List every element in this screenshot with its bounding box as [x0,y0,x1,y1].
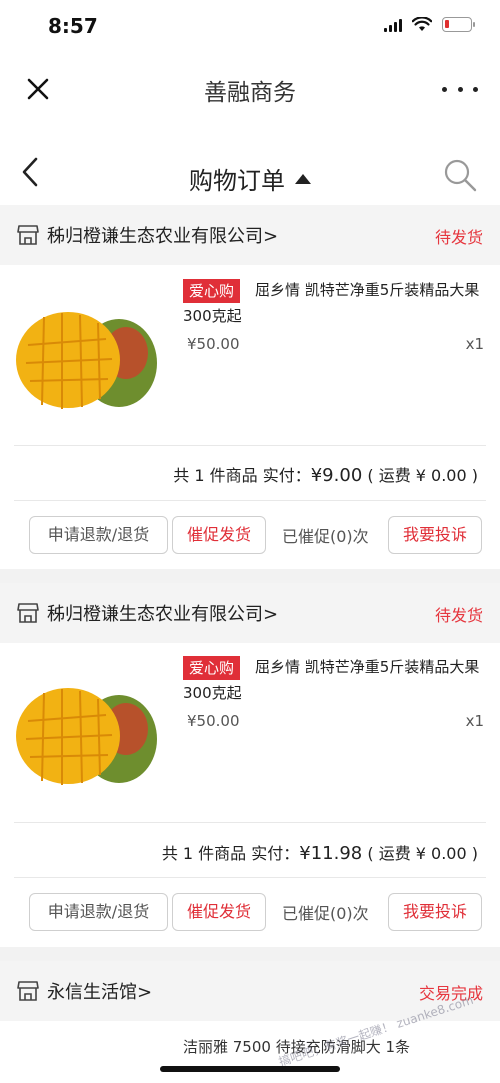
refund-button[interactable]: 申请退款/退货 [29,516,168,554]
mango-image[interactable] [14,681,164,791]
app-title: 善融商务 [204,80,296,106]
urge-count: 已催促(0)次 [282,904,369,923]
status-time: 8:57 [48,14,98,38]
shop-header[interactable]: 秭归橙谦生态农业有限公司> 待发货 [0,205,500,265]
product-title[interactable]: 屈乡情 凯特芒净重5斤装精品大果 300克起 [183,654,483,706]
divider [14,822,486,823]
shop-name: 秭归橙谦生态农业有限公司> [47,604,279,625]
more-icon [442,86,447,92]
search-icon[interactable] [442,157,478,193]
complaint-button[interactable]: 我要投诉 [388,516,482,554]
caret-up-icon [295,173,311,184]
urge-count: 已催促(0)次 [282,527,369,546]
home-indicator [160,1066,340,1072]
paid-amount: ¥9.00 [310,465,363,486]
section-separator [0,947,500,961]
order-filter-dropdown[interactable]: 购物订单 [0,161,500,196]
page-title: 购物订单 [189,167,285,195]
complaint-button[interactable]: 我要投诉 [388,893,482,931]
paid-amount: ¥11.98 [299,843,363,864]
urge-shipment-button[interactable]: 催促发货 [172,893,266,931]
divider [14,445,486,446]
shop-name: 秭归橙谦生态农业有限公司> [47,226,279,247]
product-quantity: x1 [465,712,484,730]
order-card: 秭归橙谦生态农业有限公司> 待发货 爱心购 屈乡情 凯特芒净重5斤装精品大果 3… [0,583,500,947]
order-summary: 共 1 件商品 实付：¥11.98 ( 运费 ¥ 0.00 ) [161,843,478,864]
signal-icon [384,18,402,32]
product-price: ¥50.00 [187,335,240,353]
divider [14,500,486,501]
order-card: 秭归橙谦生态农业有限公司> 待发货 爱心购 屈乡情 凯特芒净重5斤装精品大果 3… [0,205,500,569]
order-status: 待发货 [434,606,483,625]
page-nav-bar: 购物订单 [0,125,500,205]
more-button[interactable] [442,79,478,99]
status-icons [384,17,475,32]
shop-icon [17,603,39,623]
order-status: 待发货 [434,228,483,247]
section-separator [0,569,500,583]
divider [14,877,486,878]
shop-icon [17,981,39,1001]
product-title[interactable]: 屈乡情 凯特芒净重5斤装精品大果 300克起 [183,277,483,329]
product-price: ¥50.00 [187,712,240,730]
order-summary: 共 1 件商品 实付：¥9.00 ( 运费 ¥ 0.00 ) [173,465,478,486]
shop-name: 永信生活馆> [47,982,153,1003]
app-title-bar: 善融商务 [0,55,500,125]
status-bar: 8:57 [0,0,500,55]
wifi-icon [412,17,432,31]
battery-icon [442,17,475,32]
shop-header[interactable]: 秭归橙谦生态农业有限公司> 待发货 [0,583,500,643]
refund-button[interactable]: 申请退款/退货 [29,893,168,931]
urge-shipment-button[interactable]: 催促发货 [172,516,266,554]
shop-icon [17,225,39,245]
mango-image[interactable] [14,305,164,415]
product-quantity: x1 [465,335,484,353]
